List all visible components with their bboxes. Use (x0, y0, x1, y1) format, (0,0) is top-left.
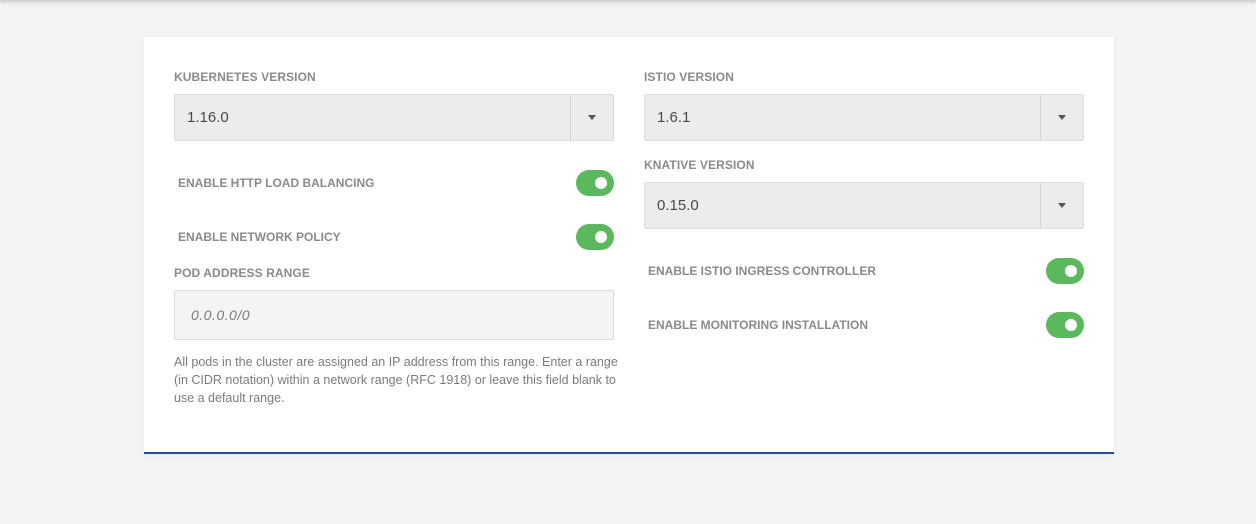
istio-version-select[interactable]: 1.6.1 (644, 94, 1084, 141)
network-policy-row: ENABLE NETWORK POLICY (174, 223, 614, 251)
toggle-knob (1065, 319, 1077, 331)
istio-version-label: ISTIO VERSION (644, 70, 734, 84)
toggle-knob (595, 177, 607, 189)
pod-address-range-help: All pods in the cluster are assigned an … (174, 355, 618, 405)
toggle-knob (595, 231, 607, 243)
caret-down-icon (1058, 203, 1066, 208)
kubernetes-version-select[interactable]: 1.16.0 (174, 94, 614, 141)
kubernetes-version-value: 1.16.0 (187, 109, 229, 126)
kubernetes-version-dropdown-toggle[interactable] (570, 95, 613, 140)
istio-ingress-toggle[interactable] (1046, 258, 1084, 284)
toggle-knob (1065, 265, 1077, 277)
knative-version-dropdown-toggle[interactable] (1040, 183, 1083, 228)
monitoring-toggle[interactable] (1046, 312, 1084, 338)
istio-ingress-label: ENABLE ISTIO INGRESS CONTROLLER (648, 264, 877, 278)
istio-ingress-row: ENABLE ISTIO INGRESS CONTROLLER (644, 257, 1084, 285)
monitoring-row: ENABLE MONITORING INSTALLATION (644, 311, 1084, 339)
knative-version-select[interactable]: 0.15.0 (644, 182, 1084, 229)
http-load-balancing-row: ENABLE HTTP LOAD BALANCING (174, 169, 614, 197)
caret-down-icon (1058, 115, 1066, 120)
knative-version-value: 0.15.0 (657, 197, 699, 214)
cluster-settings-card: KUBERNETES VERSION 1.16.0 ENABLE HTTP LO… (144, 37, 1114, 454)
pod-address-range-placeholder: 0.0.0.0/0 (191, 307, 250, 323)
network-policy-label: ENABLE NETWORK POLICY (178, 230, 341, 244)
pod-address-range-input[interactable]: 0.0.0.0/0 (174, 290, 614, 340)
knative-version-label: KNATIVE VERSION (644, 158, 755, 172)
http-load-balancing-label: ENABLE HTTP LOAD BALANCING (178, 176, 375, 190)
istio-version-dropdown-toggle[interactable] (1040, 95, 1083, 140)
network-policy-toggle[interactable] (576, 224, 614, 250)
caret-down-icon (588, 115, 596, 120)
top-bar-edge (0, 0, 1256, 2)
istio-version-value: 1.6.1 (657, 109, 691, 126)
http-load-balancing-toggle[interactable] (576, 170, 614, 196)
monitoring-label: ENABLE MONITORING INSTALLATION (648, 318, 868, 332)
kubernetes-version-label: KUBERNETES VERSION (174, 70, 316, 84)
pod-address-range-label: POD ADDRESS RANGE (174, 266, 310, 280)
